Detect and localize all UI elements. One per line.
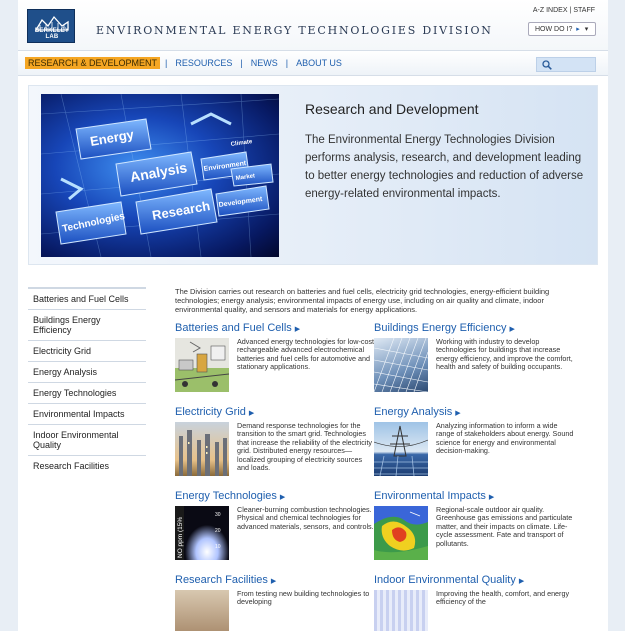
- caret-right-icon: ▶: [270, 578, 277, 585]
- card-indoor-env-quality: Indoor Environmental Quality ▶ Improving …: [374, 574, 574, 631]
- card-description: Improving the health, comfort, and energ…: [436, 589, 570, 607]
- nox-tick-30: 30: [215, 512, 221, 518]
- hero-title: Research and Development: [305, 101, 479, 117]
- sidebar-nav: Batteries and Fuel Cells Buildings Energ…: [28, 287, 146, 476]
- caret-right-icon: ▶: [248, 410, 255, 417]
- caret-right-icon: ▸: [576, 26, 580, 33]
- staff-link[interactable]: STAFF: [573, 7, 595, 14]
- search-icon[interactable]: [542, 60, 552, 70]
- research-facilities-photo[interactable]: [175, 590, 229, 631]
- logo-text: BERKELEY LAB: [34, 28, 70, 40]
- sidebar-item-batteries[interactable]: Batteries and Fuel Cells: [28, 287, 146, 309]
- card-title-link[interactable]: Indoor Environmental Quality ▶: [374, 574, 524, 586]
- division-title: ENVIRONMENTAL ENERGY TECHNOLOGIES DIVISI…: [96, 24, 493, 37]
- sidebar-item-research-facilities[interactable]: Research Facilities: [28, 455, 146, 476]
- search-input[interactable]: [536, 57, 596, 72]
- card-description: Demand response technologies for the tra…: [237, 421, 373, 473]
- nav-news[interactable]: NEWS: [248, 57, 281, 69]
- energy-technologies-illustration[interactable]: NO ppm (15% 30 20 10: [175, 506, 229, 560]
- environmental-impacts-map[interactable]: [374, 506, 428, 560]
- util-sep: |: [569, 7, 572, 14]
- card-title-text: Energy Analysis: [374, 406, 453, 418]
- caret-right-icon: ▶: [294, 326, 301, 333]
- card-title-text: Buildings Energy Efficiency: [374, 322, 507, 334]
- card-energy-technologies: Energy Technologies ▶ NO ppm (15% 30 20 1…: [175, 490, 375, 570]
- card-environmental-impacts: Environmental Impacts ▶ Regional-scale ou…: [374, 490, 574, 570]
- how-do-i-label: HOW DO I?: [535, 26, 573, 33]
- card-title-link[interactable]: Electricity Grid ▶: [175, 406, 254, 418]
- sidebar-item-energy-technologies[interactable]: Energy Technologies: [28, 382, 146, 403]
- electricity-grid-illustration[interactable]: [175, 422, 229, 476]
- card-description: Working with industry to develop technol…: [436, 337, 573, 372]
- card-description: Regional-scale outdoor air quality. Gree…: [436, 505, 573, 548]
- intro-paragraph: The Division carries out research on bat…: [175, 287, 550, 314]
- img-word-climate: Climate: [230, 139, 253, 148]
- indoor-env-quality-photo[interactable]: [374, 590, 428, 631]
- card-title-text: Research Facilities: [175, 574, 268, 586]
- utility-links: A-Z INDEX | STAFF: [532, 7, 596, 14]
- nav-sep: |: [285, 58, 289, 68]
- site-header: BERKELEY LAB ENVIRONMENTAL ENERGY TECHNO…: [18, 0, 608, 50]
- caret-right-icon: ▶: [455, 410, 461, 417]
- page: BERKELEY LAB ENVIRONMENTAL ENERGY TECHNO…: [18, 0, 608, 631]
- caret-right-icon: ▶: [488, 494, 495, 501]
- buildings-illustration[interactable]: [374, 338, 428, 392]
- nox-tick-10: 10: [215, 544, 221, 550]
- caret-right-icon: ▶: [509, 326, 515, 333]
- card-title-text: Electricity Grid: [175, 406, 246, 418]
- chevron-down-icon: ▾: [584, 26, 589, 33]
- nav-about-us[interactable]: ABOUT US: [293, 57, 345, 69]
- sidebar-item-environmental-impacts[interactable]: Environmental Impacts: [28, 403, 146, 424]
- card-description: Analyzing information to inform a wide r…: [436, 421, 574, 456]
- card-buildings: Buildings Energy Efficiency ▶ Working wit…: [374, 322, 574, 402]
- nox-axis-label: NO ppm (15%: [177, 517, 184, 558]
- nav-research-development[interactable]: RESEARCH & DEVELOPMENT: [25, 57, 161, 69]
- card-title-link[interactable]: Buildings Energy Efficiency ▶: [374, 322, 515, 334]
- how-do-i-dropdown[interactable]: HOW DO I? ▸ ▾: [528, 22, 596, 36]
- card-title-text: Batteries and Fuel Cells: [175, 322, 292, 334]
- hero-description: The Environmental Energy Technologies Di…: [305, 134, 584, 200]
- energy-analysis-illustration[interactable]: [374, 422, 428, 476]
- sidebar-item-buildings[interactable]: Buildings Energy Efficiency: [28, 309, 146, 340]
- caret-right-icon: ▶: [518, 578, 525, 585]
- energy-keyboard-graphic: Energy Analysis Research Technologies En…: [41, 94, 279, 257]
- card-description: Cleaner-burning combustion technologies.…: [237, 505, 374, 531]
- sidebar-item-indoor-env-quality[interactable]: Indoor Environmental Quality: [28, 424, 146, 455]
- card-title-link[interactable]: Environmental Impacts ▶: [374, 490, 494, 502]
- nox-tick-20: 20: [215, 528, 221, 534]
- card-energy-analysis: Energy Analysis ▶ Analyzing information t…: [374, 406, 574, 486]
- sidebar-item-electricity-grid[interactable]: Electricity Grid: [28, 340, 146, 361]
- nav-sep: |: [240, 58, 243, 68]
- card-title-link[interactable]: Batteries and Fuel Cells ▶: [175, 322, 300, 334]
- caret-right-icon: ▶: [279, 494, 286, 501]
- card-title-text: Energy Technologies: [175, 490, 277, 502]
- card-description: From testing new building technologies t…: [237, 589, 370, 607]
- batteries-illustration[interactable]: [175, 338, 229, 392]
- card-title-link[interactable]: Energy Analysis ▶: [374, 406, 461, 418]
- card-electricity-grid: Electricity Grid ▶ Demand response techno…: [175, 406, 375, 486]
- card-title-text: Environmental Impacts: [374, 490, 486, 502]
- card-description: Advanced energy technologies for low-cos…: [237, 337, 375, 372]
- card-batteries: Batteries and Fuel Cells ▶ Advanced energ…: [175, 322, 375, 402]
- card-title-link[interactable]: Research Facilities ▶: [175, 574, 276, 586]
- hero-image: Energy Analysis Research Technologies En…: [41, 94, 279, 257]
- berkeley-lab-logo[interactable]: BERKELEY LAB: [27, 9, 75, 43]
- sidebar-item-energy-analysis[interactable]: Energy Analysis: [28, 361, 146, 382]
- nav-sep: |: [165, 58, 168, 68]
- main-nav: RESEARCH & DEVELOPMENT | RESOURCES | NEW…: [18, 50, 608, 76]
- card-title-text: Indoor Environmental Quality: [374, 574, 516, 586]
- nav-resources[interactable]: RESOURCES: [172, 57, 235, 69]
- card-research-facilities: Research Facilities ▶ From testing new bu…: [175, 574, 375, 631]
- hero-banner: Energy Analysis Research Technologies En…: [28, 85, 598, 265]
- az-index-link[interactable]: A-Z INDEX: [533, 7, 568, 14]
- card-title-link[interactable]: Energy Technologies ▶: [175, 490, 285, 502]
